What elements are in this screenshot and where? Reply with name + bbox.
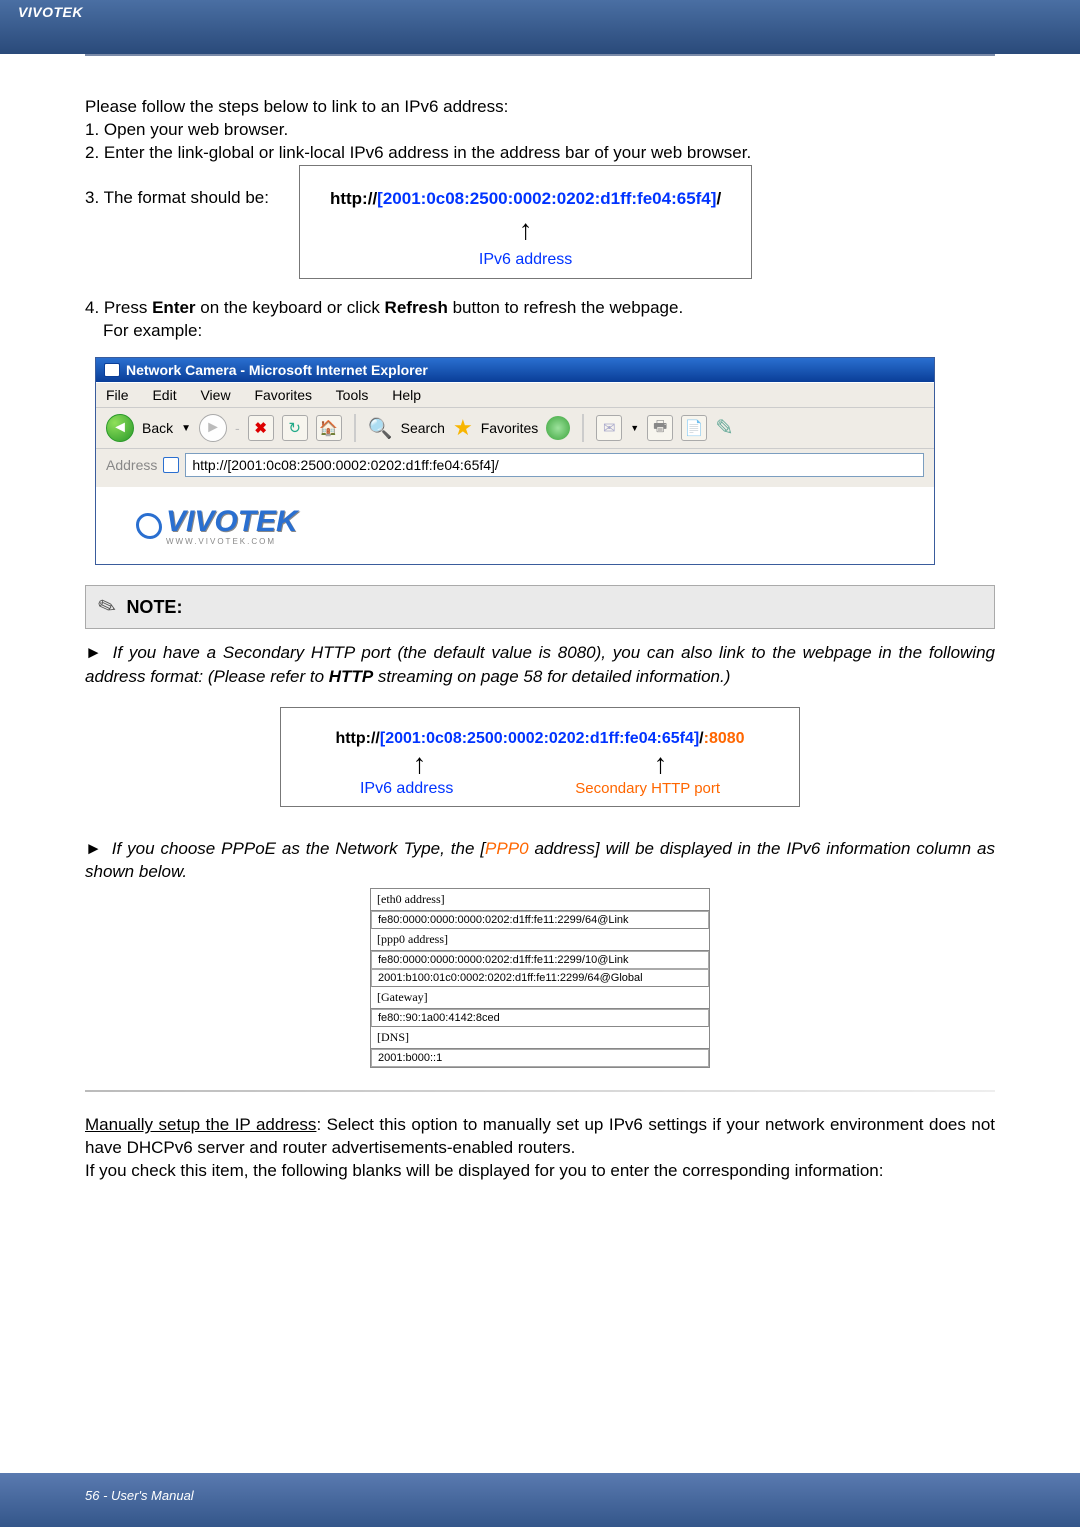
edit-icon[interactable]: 📄: [681, 415, 707, 441]
step-3-prefix: 3. The format should be:: [85, 165, 269, 210]
intro-line: Please follow the steps below to link to…: [85, 96, 995, 119]
manual-line2: If you check this item, the following bl…: [85, 1160, 995, 1183]
bullet-icon-2: ►: [85, 839, 106, 858]
stop-icon[interactable]: ✖: [248, 415, 274, 441]
home-icon[interactable]: 🏠: [316, 415, 342, 441]
step-4-line2: For example:: [103, 320, 995, 343]
pencil-icon: ✎: [94, 592, 120, 623]
vivotek-eye-icon: [136, 513, 162, 539]
http-bold: HTTP: [329, 667, 373, 686]
vivotek-logo: VIVOTEK: [136, 505, 894, 539]
toolbar-dash: -: [235, 420, 240, 436]
note1-text-b: streaming on page 58 for detailed inform…: [373, 667, 730, 686]
page-footer: 56 - User's Manual: [85, 1488, 194, 1503]
eth0-header: [eth0 address]: [371, 889, 709, 911]
url-ipv6: [2001:0c08:2500:0002:0202:d1ff:fe04:65f4…: [377, 189, 716, 208]
bullet-icon: ►: [85, 643, 106, 662]
header-rule: [85, 54, 995, 56]
url2-cap2: Secondary HTTP port: [575, 780, 720, 798]
refresh-word: Refresh: [385, 298, 448, 317]
ppp0-header: [ppp0 address]: [371, 929, 709, 951]
ie-title-text: Network Camera - Microsoft Internet Expl…: [126, 362, 428, 378]
menu-help[interactable]: Help: [392, 387, 421, 403]
search-label[interactable]: Search: [401, 420, 445, 436]
brand-header: VIVOTEK: [18, 4, 1062, 26]
url2-prefix: http://: [335, 730, 379, 747]
toolbar-separator-2: [582, 414, 584, 442]
print-icon[interactable]: 🖶: [647, 415, 673, 441]
ie-menubar: File Edit View Favorites Tools Help: [96, 382, 934, 408]
url-format-box-2: http://[2001:0c08:2500:0002:0202:d1ff:fe…: [280, 707, 800, 807]
back-label[interactable]: Back: [142, 420, 173, 436]
back-dropdown-icon[interactable]: ▼: [181, 423, 191, 434]
step-1: 1. Open your web browser.: [85, 119, 995, 142]
step-4-line1: 4. Press Enter on the keyboard or click …: [85, 297, 995, 320]
step4-text-a: 4. Press: [85, 298, 152, 317]
gateway-value: fe80::90:1a00:4142:8ced: [371, 1009, 709, 1027]
note-paragraph-2: ► If you choose PPPoE as the Network Typ…: [85, 837, 995, 885]
menu-file[interactable]: File: [106, 387, 129, 403]
address-label: Address: [106, 457, 157, 473]
url-suffix: /: [716, 189, 721, 208]
note-title: NOTE:: [126, 597, 182, 618]
url-caption: IPv6 address: [330, 249, 721, 271]
toolbar-separator-1: [354, 414, 356, 442]
enter-word: Enter: [152, 298, 195, 317]
gateway-header: [Gateway]: [371, 987, 709, 1009]
dns-value: 2001:b000::1: [371, 1049, 709, 1067]
ie-toolbar: ◄ Back ▼ ► - ✖ ↻ 🏠 🔍 Search ★ Favorites …: [96, 408, 934, 449]
step4-text-c: button to refresh the webpage.: [448, 298, 683, 317]
ie-content: VIVOTEK WWW.VIVOTEK.COM: [96, 487, 934, 564]
ie-titlebar: Network Camera - Microsoft Internet Expl…: [96, 358, 934, 382]
history-icon[interactable]: [546, 416, 570, 440]
forward-icon[interactable]: ►: [199, 414, 227, 442]
ie-app-icon: [104, 363, 120, 377]
favorites-label[interactable]: Favorites: [481, 420, 539, 436]
menu-tools[interactable]: Tools: [336, 387, 369, 403]
mail-dropdown-icon[interactable]: ▼: [630, 423, 639, 433]
favorites-icon[interactable]: ★: [453, 415, 473, 441]
section-divider: [85, 1090, 995, 1092]
ie-page-icon: [163, 457, 179, 473]
ipv6-info-table: [eth0 address] fe80:0000:0000:0000:0202:…: [370, 888, 710, 1068]
manual-title: Manually setup the IP address: [85, 1115, 316, 1134]
url-prefix: http://: [330, 189, 377, 208]
step-2: 2. Enter the link-global or link-local I…: [85, 142, 995, 165]
arrow-up-icon-2a: ↑: [413, 748, 427, 780]
dns-header: [DNS]: [371, 1027, 709, 1049]
ppp0-text: PPP0: [485, 839, 528, 858]
address-input[interactable]: [185, 453, 924, 477]
note-bar: ✎ NOTE:: [85, 585, 995, 629]
vivotek-logo-text: VIVOTEK: [166, 505, 298, 539]
menu-edit[interactable]: Edit: [152, 387, 176, 403]
ppp0-value-1: fe80:0000:0000:0000:0202:d1ff:fe11:2299/…: [371, 951, 709, 969]
ie-address-row: Address: [96, 449, 934, 487]
url2-cap1: IPv6 address: [360, 780, 453, 798]
back-icon[interactable]: ◄: [106, 414, 134, 442]
note2-text-a: If you choose PPPoE as the Network Type,…: [112, 839, 485, 858]
eth0-value: fe80:0000:0000:0000:0202:d1ff:fe11:2299/…: [371, 911, 709, 929]
discuss-icon[interactable]: ✎: [715, 415, 733, 441]
mail-icon[interactable]: ✉: [596, 415, 622, 441]
arrow-up-icon-2b: ↑: [654, 748, 668, 780]
search-icon[interactable]: 🔍: [368, 416, 393, 441]
ppp0-value-2: 2001:b100:01c0:0002:0202:d1ff:fe11:2299/…: [371, 969, 709, 987]
menu-favorites[interactable]: Favorites: [254, 387, 312, 403]
note-paragraph-1: ► If you have a Secondary HTTP port (the…: [85, 641, 995, 689]
url2-port: :8080: [704, 730, 745, 747]
url-format-box: http://[2001:0c08:2500:0002:0202:d1ff:fe…: [299, 165, 752, 279]
arrow-up-icon: ↑: [330, 211, 721, 249]
refresh-icon[interactable]: ↻: [282, 415, 308, 441]
url2-ipv6: [2001:0c08:2500:0002:0202:d1ff:fe04:65f4…: [380, 730, 699, 747]
vivotek-logo-url: WWW.VIVOTEK.COM: [166, 537, 894, 546]
step4-text-b: on the keyboard or click: [196, 298, 385, 317]
menu-view[interactable]: View: [200, 387, 230, 403]
ie-window: Network Camera - Microsoft Internet Expl…: [95, 357, 935, 565]
